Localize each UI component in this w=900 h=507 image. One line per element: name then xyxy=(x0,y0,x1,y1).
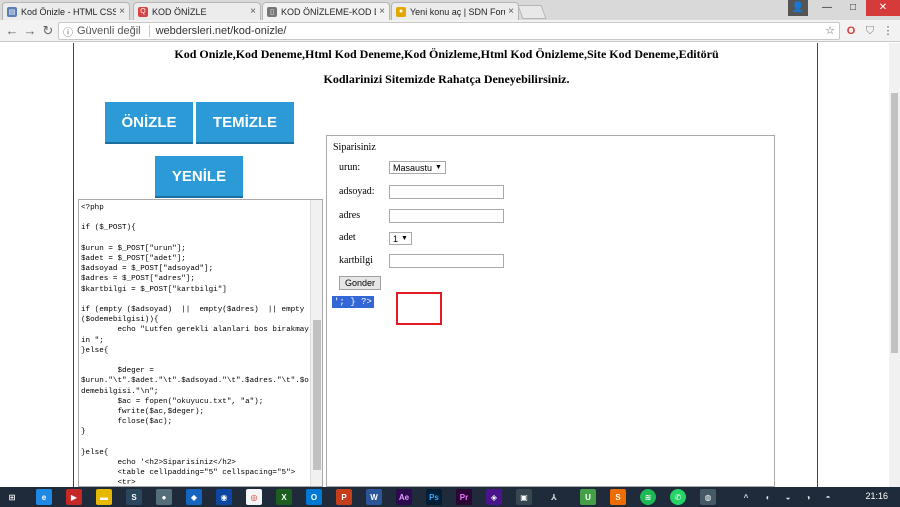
outlook-icon[interactable]: O xyxy=(306,489,322,505)
whatsapp-icon[interactable]: ✆ xyxy=(670,489,686,505)
divider xyxy=(148,25,150,37)
steam-icon[interactable]: S xyxy=(126,489,142,505)
network-icon[interactable]: ◒ xyxy=(780,489,796,505)
page-viewport: Kod Onizle,Kod Deneme,Html Kod Deneme,Ko… xyxy=(0,43,900,487)
forward-icon[interactable]: → xyxy=(22,23,38,39)
red-highlight-box xyxy=(396,292,442,325)
page-title: Kod Onizle,Kod Deneme,Html Kod Deneme,Ko… xyxy=(174,47,719,61)
urun-select[interactable]: Masaustu ▼ xyxy=(389,161,446,174)
maximize-button[interactable]: □ xyxy=(840,0,866,16)
star-icon[interactable]: ☆ xyxy=(822,23,838,39)
url-text: webdersleri.net/kod-onizle/ xyxy=(155,25,287,37)
back-icon[interactable]: ← xyxy=(4,23,20,39)
scroll-thumb[interactable] xyxy=(313,320,321,470)
close-icon[interactable]: × xyxy=(508,6,514,17)
folder-icon[interactable]: ▬ xyxy=(96,489,112,505)
after-effects-icon[interactable]: Ae xyxy=(396,489,412,505)
extension-opera-icon[interactable]: O xyxy=(843,23,859,39)
leaked-php-text: '; } ?> xyxy=(332,296,374,308)
close-icon[interactable]: × xyxy=(119,6,125,17)
tray-icon[interactable]: ◑ xyxy=(800,489,816,505)
powerpoint-icon[interactable]: P xyxy=(336,489,352,505)
tray-icon[interactable]: ◐ xyxy=(760,489,776,505)
volume-icon[interactable]: ◓ xyxy=(820,489,836,505)
shield-icon[interactable]: ⛉ xyxy=(862,23,878,39)
spotify-icon[interactable]: ≋ xyxy=(640,489,656,505)
tab-sdn-forum[interactable]: ● Yeni konu aç | SDN Forum × xyxy=(391,2,519,20)
adet-label: adet xyxy=(339,232,356,243)
kartbilgi-label: kartbilgi xyxy=(339,255,373,266)
kartbilgi-input[interactable] xyxy=(389,254,504,268)
urun-label: urun: xyxy=(339,162,361,173)
adet-select[interactable]: 1 ▼ xyxy=(389,232,412,245)
close-window-button[interactable]: ✕ xyxy=(866,0,900,16)
app-icon[interactable]: ◈ xyxy=(486,489,502,505)
windows-start-icon[interactable]: ⊞ xyxy=(4,489,20,505)
app-icon[interactable]: U xyxy=(580,489,596,505)
urun-select-value: Masaustu xyxy=(393,162,433,173)
app-icon[interactable]: ● xyxy=(156,489,172,505)
search-icon: Q xyxy=(138,6,148,17)
app-icon[interactable]: ▣ xyxy=(516,489,532,505)
tab-title: Yeni konu aç | SDN Forum xyxy=(410,6,505,17)
editor-scrollbar[interactable] xyxy=(310,200,322,486)
excel-icon[interactable]: X xyxy=(276,489,292,505)
media-icon[interactable]: ▶ xyxy=(66,489,82,505)
page-subtitle: Kodlarinizi Sitemizde Rahatça Deneyebili… xyxy=(323,72,570,86)
page-scrollbar[interactable] xyxy=(889,43,900,487)
address-bar[interactable]: ⓘ Güvenli değil webdersleri.net/kod-oniz… xyxy=(58,22,840,40)
page-icon: ▤ xyxy=(7,6,17,17)
adsoyad-input[interactable] xyxy=(389,185,504,199)
app-icon[interactable]: ◉ xyxy=(216,489,232,505)
window-controls: 👤 — □ ✕ xyxy=(788,0,900,16)
forum-icon: ● xyxy=(396,6,406,17)
scroll-thumb[interactable] xyxy=(891,93,898,353)
security-label: Güvenli değil xyxy=(77,25,141,37)
preview-button[interactable]: ÖNİZLE xyxy=(105,102,193,144)
app-icon[interactable]: ◍ xyxy=(700,489,716,505)
clear-button[interactable]: TEMİZLE xyxy=(196,102,294,144)
adres-input[interactable] xyxy=(389,209,504,223)
page-container: Kod Onizle,Kod Deneme,Html Kod Deneme,Ko… xyxy=(73,43,818,487)
page-icon: ▯ xyxy=(267,6,277,17)
minimize-button[interactable]: — xyxy=(814,0,840,16)
sublime-icon[interactable]: S xyxy=(610,489,626,505)
tab-kod-onizle-html[interactable]: ▤ Kod Önizle - HTML CSS JS × xyxy=(2,2,130,20)
tab-strip: ▤ Kod Önizle - HTML CSS JS × Q KOD ÖNİZL… xyxy=(0,0,900,20)
chevron-down-icon: ▼ xyxy=(401,235,408,242)
menu-icon[interactable]: ⋮ xyxy=(880,23,896,39)
chevron-down-icon: ▼ xyxy=(435,164,442,171)
windows-taskbar: ⊞ e ▶ ▬ S ● ◆ ◉ ◎ X O P W Ae Ps Pr ◈ ▣ ⅄… xyxy=(0,487,900,507)
info-icon[interactable]: ⓘ xyxy=(63,24,73,39)
clock[interactable]: 21:16 xyxy=(865,491,888,501)
internet-explorer-icon[interactable]: e xyxy=(36,489,52,505)
adsoyad-label: adsoyad: xyxy=(339,186,375,197)
close-icon[interactable]: × xyxy=(379,6,385,17)
user-icon[interactable]: 👤 xyxy=(788,0,808,16)
tab-title: Kod Önizle - HTML CSS JS xyxy=(21,6,116,17)
reload-icon[interactable]: ↻ xyxy=(40,23,56,39)
tab-kod-onizleme-active[interactable]: ▯ KOD ÖNİZLEME-KOD DENEME × xyxy=(262,2,390,20)
adres-label: adres xyxy=(339,210,361,221)
tab-title: KOD ÖNİZLEME-KOD DENEME xyxy=(281,6,376,17)
code-textarea[interactable]: <?php if ($_POST){ $urun = $_POST["urun"… xyxy=(79,200,311,486)
premiere-icon[interactable]: Pr xyxy=(456,489,472,505)
tab-kod-onizle[interactable]: Q KOD ÖNİZLE × xyxy=(133,2,261,20)
refresh-button[interactable]: YENİLE xyxy=(155,156,243,198)
app-icon[interactable]: ⅄ xyxy=(546,489,562,505)
tray-chevron-icon[interactable]: ^ xyxy=(738,489,754,505)
preview-pane: Siparisiniz urun: Masaustu ▼ adsoyad: ad… xyxy=(326,135,775,487)
code-editor[interactable]: <?php if ($_POST){ $urun = $_POST["urun"… xyxy=(78,199,323,487)
browser-toolbar: ← → ↻ ⓘ Güvenli değil webdersleri.net/ko… xyxy=(0,20,900,42)
form-title: Siparisiniz xyxy=(333,142,376,153)
word-icon[interactable]: W xyxy=(366,489,382,505)
chrome-icon[interactable]: ◎ xyxy=(246,489,262,505)
app-icon[interactable]: ◆ xyxy=(186,489,202,505)
close-icon[interactable]: × xyxy=(250,6,256,17)
adet-select-value: 1 xyxy=(393,233,399,244)
new-tab-button[interactable] xyxy=(517,5,547,19)
submit-button[interactable]: Gonder xyxy=(339,276,382,290)
tab-title: KOD ÖNİZLE xyxy=(152,6,207,17)
photoshop-icon[interactable]: Ps xyxy=(426,489,442,505)
